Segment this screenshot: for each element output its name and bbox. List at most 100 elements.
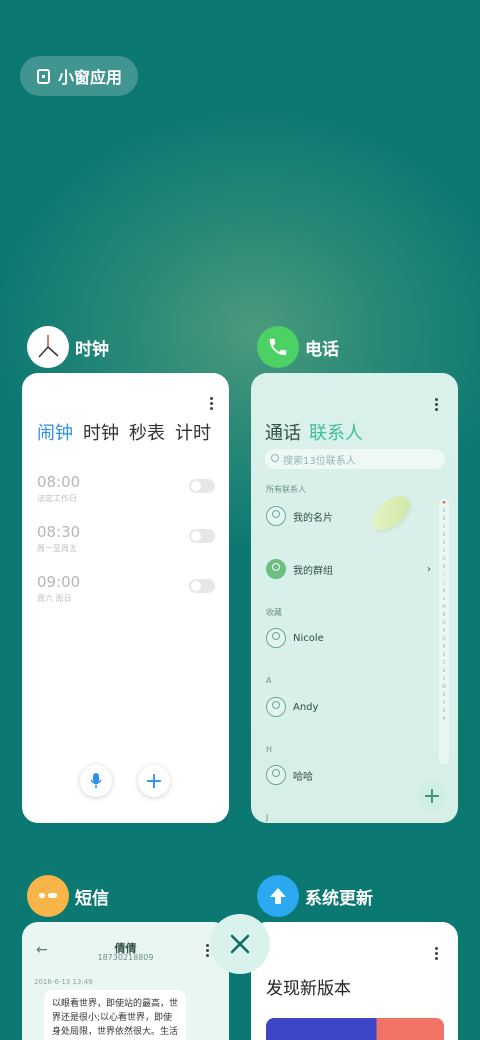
- alphabet-index-letter[interactable]: Y: [439, 699, 449, 707]
- alphabet-index-letter[interactable]: Q: [439, 635, 449, 643]
- alphabet-index-letter[interactable]: J: [439, 579, 449, 587]
- clock-app-header[interactable]: 时钟: [27, 326, 109, 368]
- contact-item[interactable]: Nicole: [266, 628, 324, 648]
- plus-icon: +: [422, 783, 442, 809]
- update-more-icon[interactable]: [435, 947, 438, 962]
- alphabet-index-letter[interactable]: S: [439, 651, 449, 659]
- update-heading: 发现新版本: [266, 979, 351, 999]
- alphabet-index-letter[interactable]: I: [439, 571, 449, 579]
- message-bubble: 以眼看世界，即使站的最高，世界还是很小;以心看世界，即使身处局限，世界依然很大。…: [44, 990, 186, 1040]
- decorative-leaf: [366, 489, 416, 537]
- floating-window-label: 小窗应用: [58, 68, 123, 87]
- alphabet-index-letter[interactable]: D: [439, 531, 449, 539]
- section-header: J: [266, 813, 269, 822]
- add-contact-button[interactable]: +: [417, 781, 447, 811]
- tab-timer[interactable]: 计时: [175, 419, 211, 445]
- alphabet-index-letter[interactable]: R: [439, 643, 449, 651]
- voice-alarm-button[interactable]: [80, 765, 112, 797]
- section-header: 收藏: [266, 608, 282, 617]
- contact-name: 哈哈: [293, 771, 313, 783]
- clock-tabs: 闹钟 时钟 秒表 计时: [37, 419, 211, 445]
- alphabet-index-letter[interactable]: K: [439, 587, 449, 595]
- my-groups-item[interactable]: 我的群组 ›: [266, 559, 431, 579]
- messages-app-icon: [27, 875, 69, 917]
- alphabet-index-letter[interactable]: H: [439, 563, 449, 571]
- tab-calls[interactable]: 通话: [265, 419, 301, 445]
- contact-name: Andy: [293, 701, 319, 713]
- alphabet-index-letter[interactable]: P: [439, 627, 449, 635]
- alarm-item[interactable]: 08:30 周一至周五: [37, 523, 215, 554]
- clock-app-icon: [27, 326, 69, 368]
- alphabet-index-letter[interactable]: M: [439, 603, 449, 611]
- alarm-time: 09:00: [37, 573, 81, 591]
- alphabet-index-letter[interactable]: U: [439, 667, 449, 675]
- floating-window-button[interactable]: 小窗应用: [20, 56, 138, 96]
- alarm-repeat: 法定工作日: [37, 494, 77, 503]
- contact-item[interactable]: 哈哈: [266, 765, 313, 785]
- alphabet-index-letter[interactable]: G: [439, 555, 449, 563]
- alphabet-index-letter[interactable]: Z: [439, 707, 449, 715]
- alphabet-index-letter[interactable]: F: [439, 547, 449, 555]
- my-card-label: 我的名片: [293, 512, 333, 524]
- alarm-item[interactable]: 08:00 法定工作日: [37, 473, 215, 504]
- phone-tabs: 通话 联系人: [265, 419, 363, 445]
- messages-card[interactable]: ← 倩倩 18730218809 2016-6-13 13:49 以眼看世界，即…: [22, 922, 229, 1040]
- my-card-item[interactable]: 我的名片: [266, 506, 333, 526]
- alphabet-index-letter[interactable]: B: [439, 515, 449, 523]
- alphabet-index-letter[interactable]: V: [439, 675, 449, 683]
- tab-clock[interactable]: 时钟: [83, 419, 119, 445]
- microphone-icon: [90, 773, 102, 788]
- messages-app-header[interactable]: 短信: [27, 875, 109, 917]
- tab-stopwatch[interactable]: 秒表: [129, 419, 165, 445]
- alarm-toggle[interactable]: [189, 579, 215, 593]
- alphabet-index-letter[interactable]: ♥: [439, 499, 449, 507]
- contact-name: Nicole: [293, 632, 324, 644]
- alphabet-index-letter[interactable]: C: [439, 523, 449, 531]
- avatar: [266, 697, 286, 717]
- alphabet-index-letter[interactable]: X: [439, 691, 449, 699]
- alphabet-index[interactable]: ♥ A B C D E F G H I J K L M N O P Q R S T U V W X Y Z #: [439, 499, 449, 765]
- phone-app-icon: [257, 326, 299, 368]
- alarm-toggle[interactable]: [189, 529, 215, 543]
- plus-icon: +: [144, 768, 164, 794]
- message-timestamp: 2016-6-13 13:49: [34, 978, 93, 986]
- clear-all-button[interactable]: [210, 914, 270, 974]
- alarm-repeat: 周六 周日: [37, 594, 72, 603]
- messages-more-icon[interactable]: [206, 944, 209, 959]
- section-header: H: [266, 745, 273, 754]
- phone-app-header[interactable]: 电话: [257, 326, 339, 368]
- clock-more-icon[interactable]: [210, 397, 213, 412]
- alphabet-index-letter[interactable]: T: [439, 659, 449, 667]
- tab-contacts[interactable]: 联系人: [309, 419, 363, 445]
- alphabet-index-letter[interactable]: L: [439, 595, 449, 603]
- alarm-repeat: 周一至周五: [37, 544, 77, 553]
- alphabet-index-letter[interactable]: N: [439, 611, 449, 619]
- alphabet-index-letter[interactable]: A: [439, 507, 449, 515]
- tab-alarm[interactable]: 闹钟: [37, 419, 73, 445]
- clock-app-name: 时钟: [75, 339, 109, 360]
- all-contacts-filter[interactable]: 所有联系人: [266, 484, 306, 495]
- update-card[interactable]: 发现新版本: [251, 922, 458, 1040]
- contact-item[interactable]: Andy: [266, 697, 318, 717]
- clock-card[interactable]: 闹钟 时钟 秒表 计时 08:00 法定工作日 08:30 周一至周五 09:0…: [22, 373, 229, 823]
- avatar: [266, 506, 286, 526]
- floating-window-icon: [37, 68, 50, 84]
- avatar: [266, 765, 286, 785]
- avatar: [266, 628, 286, 648]
- messages-app-name: 短信: [75, 888, 109, 909]
- phone-card[interactable]: 通话 联系人 搜索13位联系人 所有联系人 我的名片 我的群组 › 收藏 Nic…: [251, 373, 458, 823]
- phone-more-icon[interactable]: [435, 398, 438, 413]
- chevron-right-icon: ›: [427, 563, 431, 575]
- alarm-time: 08:30: [37, 523, 81, 541]
- add-alarm-button[interactable]: +: [138, 765, 170, 797]
- conversation-contact-number: 18730218809: [97, 953, 154, 962]
- alarm-item[interactable]: 09:00 周六 周日: [37, 573, 215, 604]
- alphabet-index-letter[interactable]: W: [439, 683, 449, 691]
- group-avatar: [266, 559, 286, 579]
- alphabet-index-letter[interactable]: E: [439, 539, 449, 547]
- contact-search-input[interactable]: 搜索13位联系人: [265, 449, 445, 469]
- alphabet-index-letter[interactable]: O: [439, 619, 449, 627]
- alarm-toggle[interactable]: [189, 479, 215, 493]
- update-app-header[interactable]: 系统更新: [257, 875, 373, 917]
- alphabet-index-letter[interactable]: #: [439, 715, 449, 723]
